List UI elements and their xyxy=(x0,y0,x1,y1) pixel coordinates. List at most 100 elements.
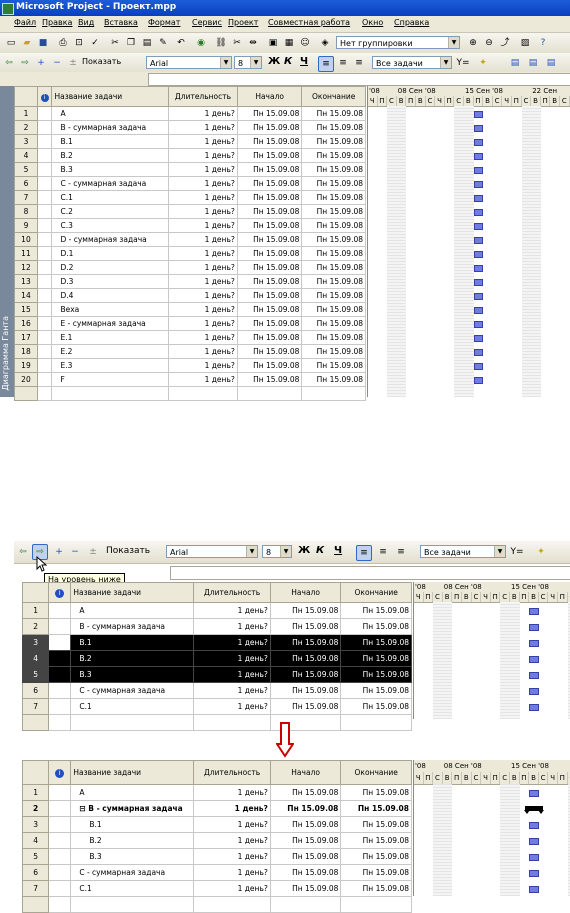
start-cell[interactable]: Пн 15.09.08 xyxy=(236,204,303,219)
table-row[interactable]: 16 E - суммарная задача 1 день? Пн 15.09.08… xyxy=(14,316,366,331)
filter-select[interactable]: Все задачи ▼ xyxy=(372,56,452,69)
menu-edit[interactable]: Правка xyxy=(42,18,72,27)
finish-cell[interactable]: Пн 15.09.08 xyxy=(340,634,412,651)
row-number[interactable]: 18 xyxy=(14,344,38,359)
table-row[interactable]: 15 Веха 1 день? Пн 15.09.08 Пн 15.09.08 xyxy=(14,302,366,317)
task-bar[interactable] xyxy=(529,655,539,663)
task-name-cell[interactable]: E.3 xyxy=(51,358,170,373)
gantt-wizard-icon[interactable]: ✦ xyxy=(534,545,548,559)
finish-cell[interactable]: Пн 15.09.08 xyxy=(301,246,366,261)
task-bar[interactable] xyxy=(529,853,539,861)
unlink-tasks-icon[interactable]: ✂ xyxy=(230,36,244,50)
indicator-cell[interactable] xyxy=(48,800,72,817)
duration-cell[interactable]: 1 день? xyxy=(168,232,238,247)
finish-cell[interactable]: Пн 15.09.08 xyxy=(340,864,412,881)
start-cell[interactable]: Пн 15.09.08 xyxy=(236,176,303,191)
duration-cell[interactable]: 1 день? xyxy=(193,618,271,635)
print-icon[interactable]: ⎙ xyxy=(56,36,70,50)
indicator-cell[interactable] xyxy=(48,602,72,619)
row-number[interactable]: 2 xyxy=(14,120,38,135)
table-row[interactable]: 2B - суммарная задача 1 день? Пн 15.09.08 П… xyxy=(14,120,366,135)
start-cell[interactable]: Пн 15.09.08 xyxy=(269,650,342,667)
duration-cell[interactable]: 1 день? xyxy=(168,302,238,317)
start-cell[interactable]: Пн 15.09.08 xyxy=(269,682,342,699)
indicator-cell[interactable] xyxy=(36,316,53,331)
finish-cell[interactable]: Пн 15.09.08 xyxy=(340,650,412,667)
task-name-cell[interactable]: D - суммарная задача xyxy=(51,232,170,247)
row-number[interactable]: 1 xyxy=(14,106,38,121)
task-name-cell[interactable]: E - суммарная задача xyxy=(51,316,170,331)
indicator-cell[interactable] xyxy=(36,134,53,149)
task-name-cell[interactable]: C.1 xyxy=(70,698,195,715)
duration-cell[interactable]: 1 день? xyxy=(168,120,238,135)
start-cell[interactable]: Пн 15.09.08 xyxy=(236,106,303,121)
row-number[interactable]: 11 xyxy=(14,246,38,261)
finish-cell[interactable]: Пн 15.09.08 xyxy=(301,162,366,177)
duration-cell[interactable]: 1 день? xyxy=(168,246,238,261)
hide-subtasks-icon[interactable]: − xyxy=(68,545,82,559)
row-number[interactable]: 13 xyxy=(14,274,38,289)
row-number[interactable]: 3 xyxy=(14,134,38,149)
row-number[interactable]: 2 xyxy=(21,618,50,635)
indicator-cell[interactable] xyxy=(48,880,72,897)
group-by-select[interactable]: Нет группировки ▼ xyxy=(336,36,460,49)
link-tasks-icon[interactable]: ⛓ xyxy=(214,36,228,50)
start-cell[interactable]: Пн 15.09.08 xyxy=(236,302,303,317)
row-number[interactable]: 1 xyxy=(21,784,50,801)
undo-icon[interactable]: ↶ xyxy=(174,36,188,50)
indicator-cell[interactable] xyxy=(36,344,53,359)
finish-cell[interactable]: Пн 15.09.08 xyxy=(301,288,366,303)
autofilter-icon[interactable]: Y= xyxy=(510,545,524,559)
empty-cell[interactable] xyxy=(301,386,366,401)
task-bar[interactable] xyxy=(529,885,539,893)
task-name-cell[interactable]: B.1 xyxy=(70,816,195,833)
menu-help[interactable]: Справка xyxy=(394,18,429,27)
menu-tools[interactable]: Сервис xyxy=(192,18,222,27)
table-row[interactable]: 5 B.3 1 день? Пн 15.09.08 Пн 15.09.08 xyxy=(21,848,412,865)
start-cell[interactable]: Пн 15.09.08 xyxy=(269,848,342,865)
zoom-out-icon[interactable]: ⊖ xyxy=(482,36,496,50)
duration-cell[interactable]: 1 день? xyxy=(168,134,238,149)
menu-format[interactable]: Формат xyxy=(148,18,180,27)
empty-cell[interactable] xyxy=(70,714,195,731)
align-center-icon[interactable]: ≡ xyxy=(376,545,390,559)
finish-cell[interactable]: Пн 15.09.08 xyxy=(301,316,366,331)
finish-cell[interactable]: Пн 15.09.08 xyxy=(301,260,366,275)
start-cell[interactable]: Пн 15.09.08 xyxy=(236,330,303,345)
row-number[interactable]: 17 xyxy=(14,330,38,345)
task-bar[interactable] xyxy=(529,837,539,845)
preview-icon[interactable]: ⊡ xyxy=(72,36,86,50)
duration-cell[interactable]: 1 день? xyxy=(168,274,238,289)
copy-picture-icon[interactable]: ▨ xyxy=(518,36,532,50)
start-cell[interactable]: Пн 15.09.08 xyxy=(236,316,303,331)
row-header[interactable] xyxy=(21,582,50,603)
indicator-cell[interactable] xyxy=(36,176,53,191)
task-bar[interactable] xyxy=(473,264,484,272)
start-cell[interactable]: Пн 15.09.08 xyxy=(236,372,303,387)
finish-cell[interactable]: Пн 15.09.08 xyxy=(301,204,366,219)
align-left-icon[interactable]: ≡ xyxy=(356,545,372,561)
table-row[interactable]: 11 D.1 1 день? Пн 15.09.08 Пн 15.09.08 xyxy=(14,246,366,261)
indicator-cell[interactable] xyxy=(36,162,53,177)
info-column-header[interactable]: i xyxy=(48,582,72,603)
empty-cell[interactable] xyxy=(193,714,271,731)
view2-icon[interactable]: ▤ xyxy=(526,56,540,70)
duration-cell[interactable]: 1 день? xyxy=(168,162,238,177)
outline-icon[interactable]: ± xyxy=(86,545,100,559)
task-bar[interactable] xyxy=(473,194,484,202)
start-cell[interactable]: Пн 15.09.08 xyxy=(269,880,342,897)
cut-icon[interactable]: ✂ xyxy=(108,36,122,50)
table-row[interactable]: 1A1 день? Пн 15.09.08 Пн 15.09.08 xyxy=(21,602,412,619)
indicator-cell[interactable] xyxy=(48,784,72,801)
empty-cell[interactable] xyxy=(21,714,50,731)
view3-icon[interactable]: ▤ xyxy=(544,56,558,70)
indicator-cell[interactable] xyxy=(48,832,72,849)
assign-resources-icon[interactable]: ☺ xyxy=(298,36,312,50)
table-row[interactable]: 17 E.1 1 день? Пн 15.09.08 Пн 15.09.08 xyxy=(14,330,366,345)
spelling-icon[interactable]: ✓ xyxy=(88,36,102,50)
row-number[interactable]: 16 xyxy=(14,316,38,331)
task-bar[interactable] xyxy=(473,124,484,132)
table-row[interactable]: 6C - суммарная задача 1 день? Пн 15.09.08 П… xyxy=(21,682,412,699)
finish-cell[interactable]: Пн 15.09.08 xyxy=(301,344,366,359)
duration-cell[interactable]: 1 день? xyxy=(193,816,271,833)
